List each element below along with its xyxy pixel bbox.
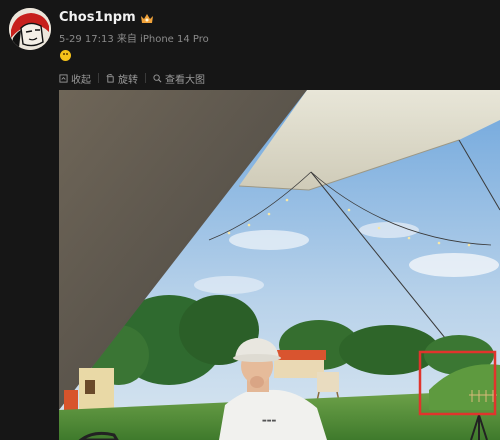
username-text[interactable]: Chos1npm: [59, 10, 136, 25]
rotate-icon: [106, 73, 114, 83]
view-large-button[interactable]: 查看大图: [153, 71, 205, 86]
rotate-button[interactable]: 旋转: [106, 71, 138, 86]
collapse-icon: [59, 73, 68, 83]
collapse-button[interactable]: 收起: [59, 71, 91, 86]
crown-badge-icon[interactable]: [140, 12, 154, 24]
view-large-label: 查看大图: [165, 74, 205, 86]
username[interactable]: Chos1npm: [59, 10, 154, 25]
emoji-icon: [60, 50, 71, 64]
magnifier-icon: [153, 73, 162, 82]
divider: [145, 73, 146, 83]
collapse-label: 收起: [71, 74, 91, 86]
svg-text:▬▬▬: ▬▬▬: [262, 418, 276, 424]
post-photo[interactable]: ▬▬▬: [59, 90, 500, 440]
divider: [98, 73, 99, 83]
avatar[interactable]: [9, 8, 51, 50]
weibo-post: Chos1npm 5-29 17:13 来自 iPhone 14 Pro 收起: [0, 0, 500, 440]
post-meta: 5-29 17:13 来自 iPhone 14 Pro: [59, 34, 209, 45]
rotate-label: 旋转: [118, 74, 138, 86]
image-toolbar: 收起 旋转 查看大图: [59, 70, 205, 86]
